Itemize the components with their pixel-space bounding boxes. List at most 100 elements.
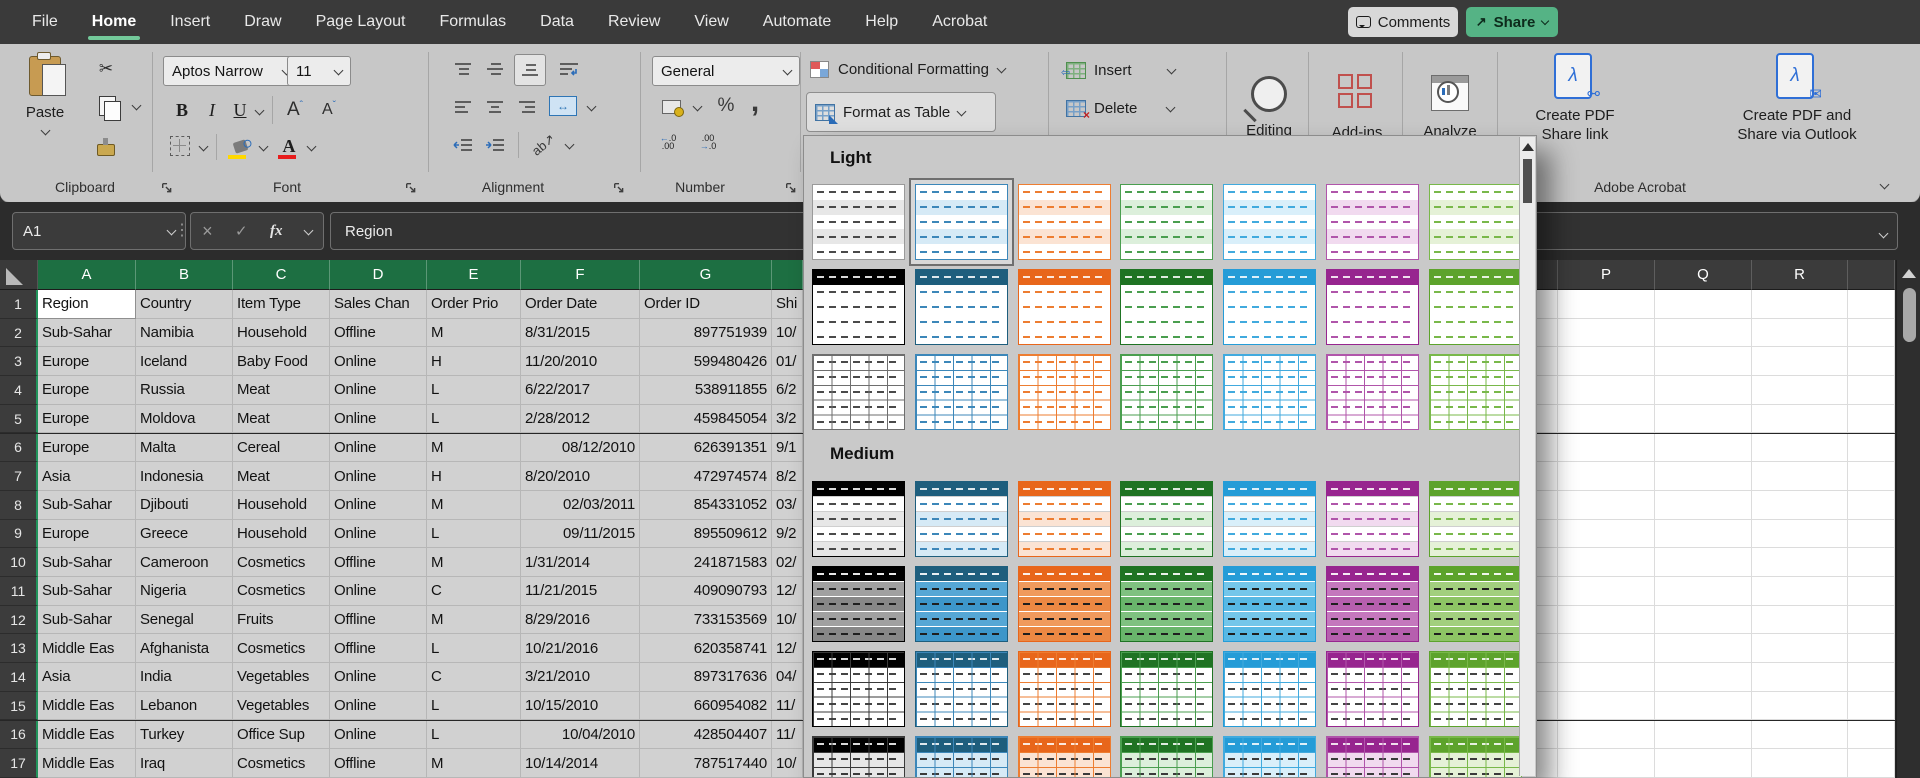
table-style-thumb-light-1-gray[interactable]	[812, 184, 905, 260]
cell-empty[interactable]	[1558, 404, 1655, 434]
cell-C17[interactable]: Cosmetics	[233, 749, 330, 778]
cell-empty[interactable]	[1752, 605, 1848, 635]
font-name-combo[interactable]: Aptos Narrow	[163, 56, 299, 86]
cell-D3[interactable]: Online	[330, 347, 427, 377]
cell-E6[interactable]: M	[427, 433, 521, 463]
cell-empty[interactable]	[1558, 605, 1655, 635]
cell-empty[interactable]	[1558, 577, 1655, 606]
cell-E4[interactable]: L	[427, 376, 521, 405]
comma-style-button[interactable]: ,	[744, 85, 766, 118]
table-style-thumb-light-3-purple[interactable]	[1326, 354, 1419, 430]
cell-empty[interactable]	[1752, 347, 1848, 377]
collapse-ribbon-chevron[interactable]	[1872, 174, 1896, 196]
cell-E13[interactable]: L	[427, 634, 521, 664]
fill-color-chevron[interactable]	[256, 138, 270, 156]
enter-button[interactable]: ✓	[235, 222, 248, 240]
cell-B5[interactable]: Moldova	[136, 404, 233, 434]
menu-item-formulas[interactable]: Formulas	[439, 13, 506, 31]
cell-empty[interactable]	[1752, 749, 1848, 778]
cell-D13[interactable]: Offline	[330, 634, 427, 664]
cell-H14[interactable]: 04/	[772, 663, 803, 692]
table-style-thumb-medium-2-skyblue[interactable]	[1223, 566, 1317, 642]
cell-F6[interactable]: 08/12/2010	[521, 433, 640, 463]
cell-D11[interactable]: Online	[330, 577, 427, 606]
menu-item-page-layout[interactable]: Page Layout	[316, 13, 406, 31]
comments-button[interactable]: Comments	[1348, 7, 1458, 37]
cell-E5[interactable]: L	[427, 404, 521, 434]
decrease-decimal-button[interactable]: .00 →.0	[692, 134, 724, 151]
cell-H11[interactable]: 12/	[772, 577, 803, 606]
merge-center-chevron[interactable]	[584, 98, 598, 116]
merge-center-button[interactable]: ↔	[546, 92, 580, 120]
cell-empty[interactable]	[1655, 720, 1752, 750]
table-style-thumb-light-3-orange[interactable]	[1017, 354, 1111, 430]
cell-empty[interactable]	[1558, 749, 1655, 778]
table-style-thumb-light-2-orange[interactable]	[1017, 269, 1111, 345]
cell-A3[interactable]: Europe	[38, 347, 136, 377]
cell-empty[interactable]	[1655, 634, 1752, 664]
table-style-thumb-light-2-skyblue[interactable]	[1223, 269, 1317, 345]
cell-empty[interactable]	[1752, 290, 1848, 319]
cell-G16[interactable]: 428504407	[640, 720, 772, 750]
cell-E7[interactable]: H	[427, 462, 521, 491]
table-style-thumb-medium-3-gray[interactable]	[812, 651, 905, 727]
table-style-thumb-light-1-lime[interactable]	[1428, 184, 1522, 260]
table-style-thumb-medium-3-orange[interactable]	[1017, 651, 1111, 727]
cell-H13[interactable]: 12/	[772, 634, 803, 664]
cell-C13[interactable]: Cosmetics	[233, 634, 330, 664]
cell-D1[interactable]: Sales Chan	[330, 290, 427, 319]
expand-formula-bar-chevron[interactable]	[1878, 226, 1889, 244]
grow-font-button[interactable]: Aˆ	[280, 96, 310, 124]
cell-F8[interactable]: 02/03/2011	[521, 490, 640, 520]
cut-button[interactable]: ✂	[92, 56, 120, 82]
column-header-B[interactable]: B	[136, 260, 233, 290]
cell-C6[interactable]: Cereal	[233, 433, 330, 463]
cell-empty[interactable]	[1558, 663, 1655, 692]
cell-H16[interactable]: 11/	[772, 720, 803, 750]
cell-empty[interactable]	[1848, 290, 1895, 319]
cell-A11[interactable]: Sub-Sahar	[38, 577, 136, 606]
cell-F16[interactable]: 10/04/2010	[521, 720, 640, 750]
sheet-vertical-scrollbar[interactable]	[1896, 260, 1920, 778]
row-header-9[interactable]: 9	[0, 519, 38, 549]
cell-empty[interactable]	[1655, 433, 1752, 463]
cell-G3[interactable]: 599480426	[640, 347, 772, 377]
cell-B8[interactable]: Djibouti	[136, 490, 233, 520]
cell-D2[interactable]: Offline	[330, 318, 427, 348]
borders-button[interactable]	[168, 134, 192, 158]
cell-H10[interactable]: 02/	[772, 548, 803, 577]
cell-A6[interactable]: Europe	[38, 433, 136, 463]
table-style-thumb-medium-1-gray[interactable]	[812, 481, 905, 557]
cell-empty[interactable]	[1537, 433, 1558, 463]
create-pdf-share-outlook-button[interactable]: λ ✉	[1750, 50, 1840, 103]
menu-item-insert[interactable]: Insert	[170, 13, 210, 31]
cell-G7[interactable]: 472974574	[640, 462, 772, 491]
cell-empty[interactable]	[1848, 749, 1895, 778]
insert-function-button[interactable]: fx	[270, 223, 283, 240]
table-style-thumb-medium-3-skyblue[interactable]	[1223, 651, 1317, 727]
cell-C8[interactable]: Household	[233, 490, 330, 520]
scrollbar-thumb[interactable]	[1902, 288, 1916, 342]
row-header-13[interactable]: 13	[0, 634, 38, 664]
cell-empty[interactable]	[1752, 318, 1848, 348]
cell-D12[interactable]: Offline	[330, 605, 427, 635]
row-header-2[interactable]: 2	[0, 318, 38, 348]
cell-C5[interactable]: Meat	[233, 404, 330, 434]
cell-B13[interactable]: Afghanista	[136, 634, 233, 664]
row-header-15[interactable]: 15	[0, 691, 38, 721]
cell-empty[interactable]	[1537, 577, 1558, 606]
gallery-scrollbar[interactable]	[1519, 137, 1535, 776]
copy-options-chevron[interactable]	[128, 96, 144, 116]
cell-A15[interactable]: Middle Eas	[38, 691, 136, 721]
font-size-combo[interactable]: 11	[287, 56, 351, 86]
cell-empty[interactable]	[1655, 577, 1752, 606]
cell-empty[interactable]	[1558, 376, 1655, 405]
table-style-thumb-light-3-blue[interactable]	[914, 354, 1008, 430]
cell-G2[interactable]: 897751939	[640, 318, 772, 348]
cell-F11[interactable]: 11/21/2015	[521, 577, 640, 606]
cell-empty[interactable]	[1655, 490, 1752, 520]
cell-empty[interactable]	[1558, 720, 1655, 750]
cell-empty[interactable]	[1558, 318, 1655, 348]
cell-F9[interactable]: 09/11/2015	[521, 519, 640, 549]
cell-empty[interactable]	[1848, 720, 1895, 750]
